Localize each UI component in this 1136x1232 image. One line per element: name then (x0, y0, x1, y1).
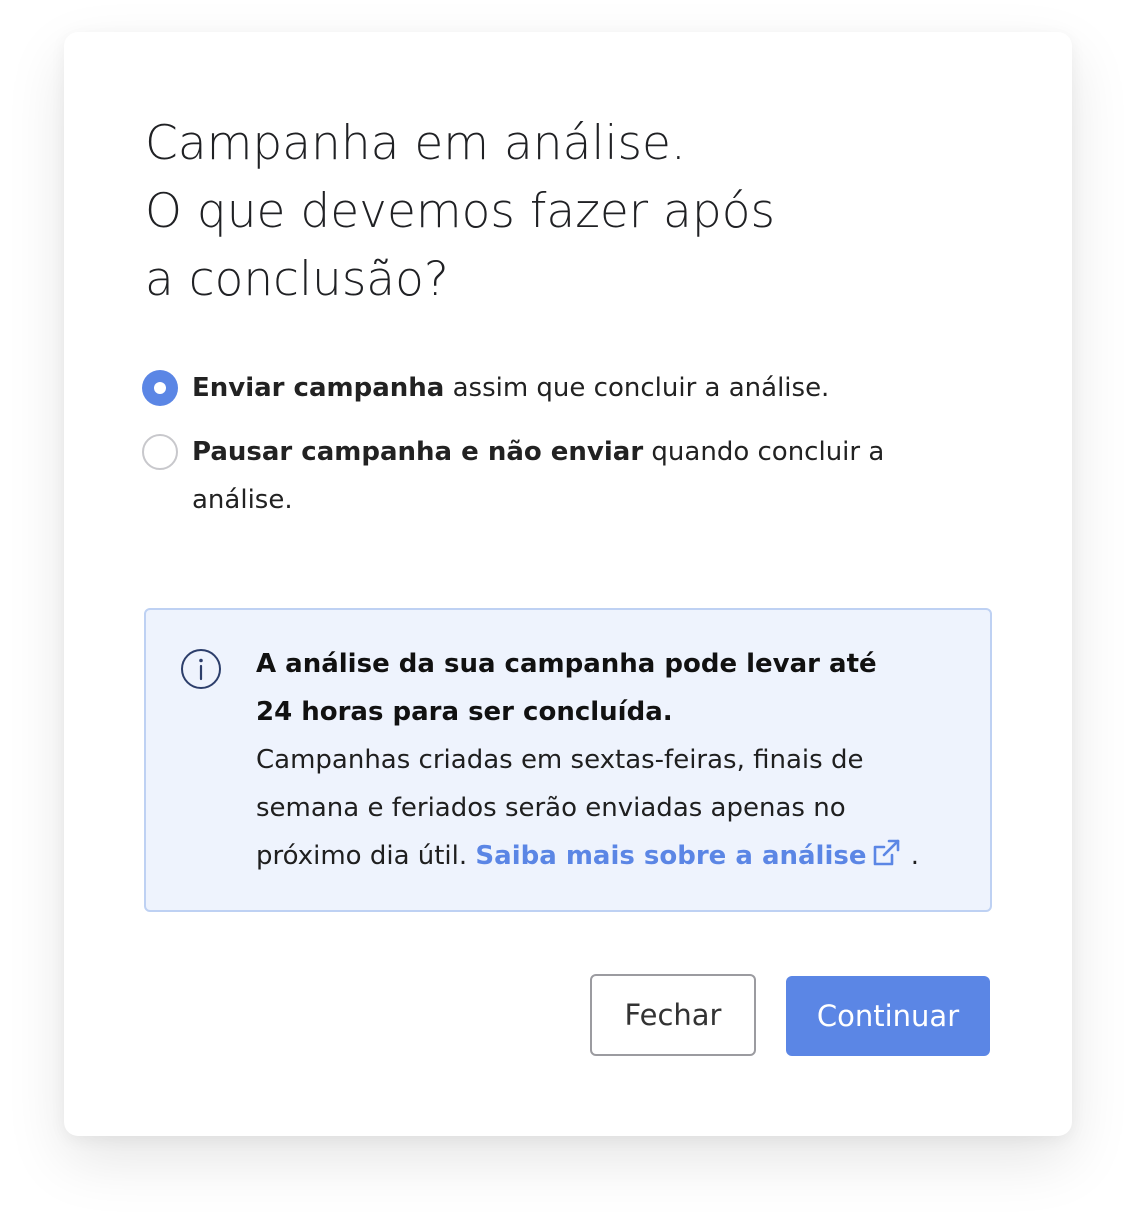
info-body-line-3-prefix: próximo dia útil. (256, 841, 476, 871)
external-link-icon (874, 839, 900, 866)
option-send-bold: Enviar campanha (192, 373, 445, 403)
close-button[interactable]: Fechar (590, 974, 756, 1056)
option-send-text: assim que concluir a análise. (444, 373, 830, 403)
review-dialog: Campanha em análise. O que devemos fazer… (64, 32, 1072, 1136)
option-pause-campaign[interactable]: Pausar campanha e não enviar quando conc… (142, 428, 942, 524)
info-body-line-3: próximo dia útil. Saiba mais sobre a aná… (256, 832, 956, 880)
info-suffix: . (902, 841, 920, 871)
info-circle-icon (181, 649, 221, 689)
radio-pause-campaign[interactable] (142, 434, 178, 470)
learn-more-link-label: Saiba mais sobre a análise (475, 841, 867, 871)
info-bold-line-2: 24 horas para ser concluída. (256, 697, 673, 727)
info-bold-line-1: A análise da sua campanha pode levar até (256, 649, 877, 679)
dialog-title: Campanha em análise. O que devemos fazer… (145, 110, 945, 314)
option-pause-bold: Pausar campanha e não enviar (192, 437, 644, 467)
continue-button[interactable]: Continuar (786, 976, 990, 1056)
info-text: A análise da sua campanha pode levar até… (256, 640, 956, 880)
option-send-campaign[interactable]: Enviar campanha assim que concluir a aná… (142, 364, 942, 412)
dialog-title-line-3: a conclusão? (145, 252, 449, 307)
action-options: Enviar campanha assim que concluir a aná… (142, 364, 942, 524)
learn-more-link[interactable]: Saiba mais sobre a análise (475, 839, 902, 871)
info-body-line-2: semana e feriados serão enviadas apenas … (256, 793, 846, 823)
radio-send-campaign[interactable] (142, 370, 178, 406)
info-box: A análise da sua campanha pode levar até… (144, 608, 992, 912)
info-body-line-1: Campanhas criadas em sextas-feiras, fina… (256, 745, 864, 775)
dialog-title-line-2: O que devemos fazer após (145, 184, 775, 239)
dialog-title-line-1: Campanha em análise. (145, 116, 686, 171)
